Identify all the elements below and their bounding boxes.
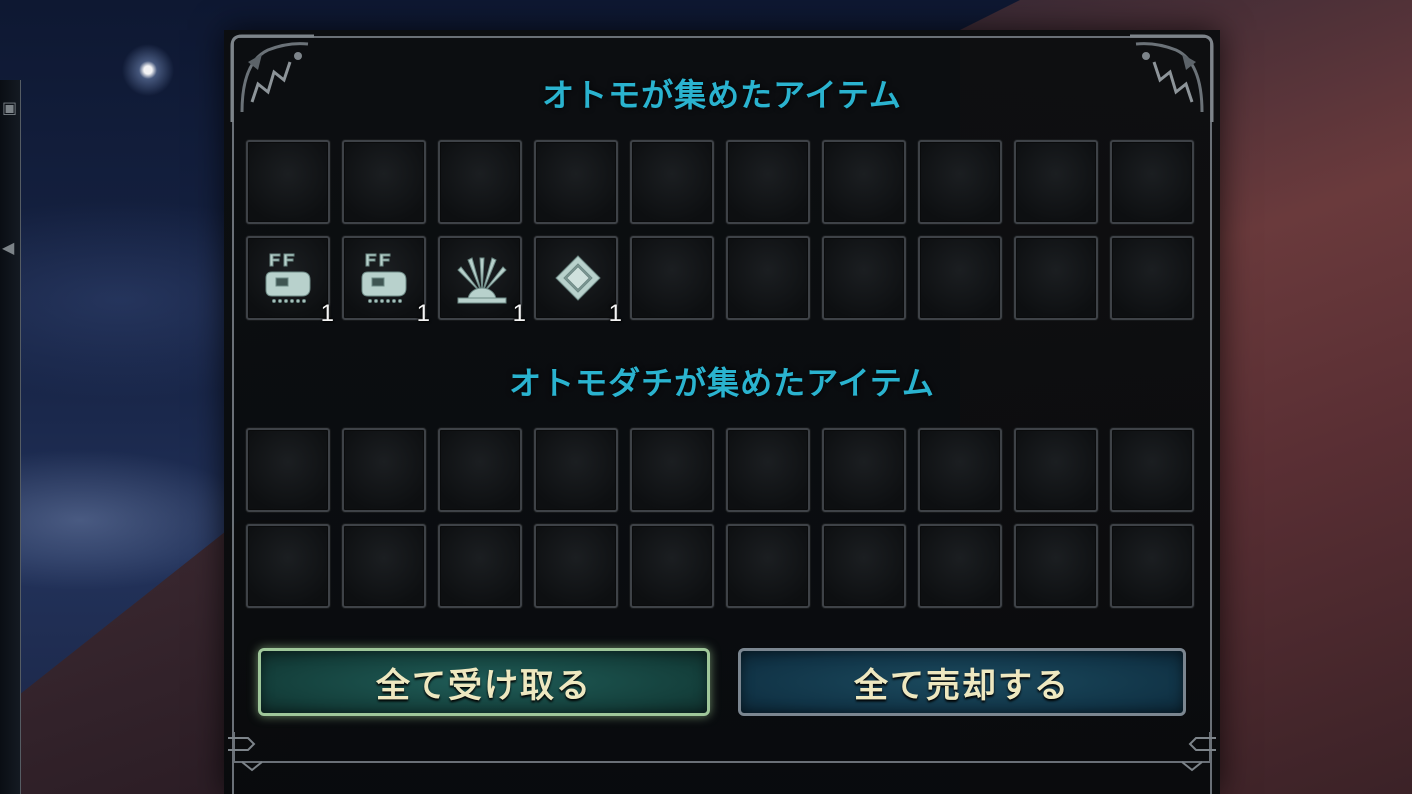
otomo-item-slot[interactable]: 1 xyxy=(534,236,622,327)
otomo-item-slot[interactable] xyxy=(342,140,426,224)
tailraider-item-slot[interactable] xyxy=(918,524,1002,608)
otomo-items-title: オトモが集めたアイテム xyxy=(542,76,902,114)
tailraider-item-slot[interactable] xyxy=(630,428,714,512)
take-all-button[interactable]: 全て受け取る xyxy=(258,648,710,716)
otomo-item-slot[interactable] xyxy=(726,236,810,320)
otomo-item-slot[interactable] xyxy=(438,140,522,224)
otomo-item-slot[interactable] xyxy=(1014,236,1098,320)
tailraider-item-slot[interactable] xyxy=(726,524,810,608)
otomo-item-slot[interactable] xyxy=(1110,140,1194,224)
item-quantity: 1 xyxy=(608,300,622,327)
tailraider-item-slot[interactable] xyxy=(822,524,906,608)
otomo-item-slot[interactable] xyxy=(822,140,906,224)
tailraider-item-slot[interactable] xyxy=(822,428,906,512)
otomo-item-slot[interactable] xyxy=(918,236,1002,320)
tailraider-item-slot[interactable] xyxy=(918,428,1002,512)
arrow-left-icon: ◀ xyxy=(2,238,15,257)
tailraider-item-slot[interactable] xyxy=(342,428,426,512)
otomo-item-slot[interactable] xyxy=(1014,140,1098,224)
item-collection-panel: オトモが集めたアイテム 1 1 1 1 オトモダチが集めたアイテム 全て受け取る 全て… xyxy=(224,30,1220,794)
tailraider-item-slot[interactable] xyxy=(1014,428,1098,512)
otomo-item-slot[interactable]: 1 xyxy=(246,236,334,327)
tailraider-item-slot[interactable] xyxy=(1014,524,1098,608)
tailraider-item-slot[interactable] xyxy=(342,524,426,608)
otomo-item-slot[interactable] xyxy=(246,140,330,224)
otomo-item-slot[interactable]: 1 xyxy=(342,236,430,327)
otomo-item-slot[interactable] xyxy=(1110,236,1194,320)
tailraider-item-slot[interactable] xyxy=(1110,428,1194,512)
otomo-item-slot[interactable] xyxy=(630,236,714,320)
sell-all-button[interactable]: 全て売却する xyxy=(738,648,1186,716)
item-quantity: 1 xyxy=(320,300,334,327)
otomo-item-slot[interactable] xyxy=(534,140,618,224)
tailraider-items-title: オトモダチが集めたアイテム xyxy=(509,364,935,402)
otomo-item-slot[interactable] xyxy=(918,140,1002,224)
tailraider-item-slot[interactable] xyxy=(534,428,618,512)
item-quantity: 1 xyxy=(512,300,526,327)
tailraider-item-slot[interactable] xyxy=(438,428,522,512)
ornament-icon: ▣ xyxy=(2,98,18,117)
background-menu-edge: ▣ ◀ xyxy=(0,80,21,794)
otomo-item-slot[interactable] xyxy=(822,236,906,320)
tailraider-item-slot[interactable] xyxy=(1110,524,1194,608)
otomo-item-slot[interactable] xyxy=(630,140,714,224)
tailraider-item-slot[interactable] xyxy=(246,524,330,608)
otomo-item-slot[interactable]: 1 xyxy=(438,236,526,327)
tailraider-item-slot[interactable] xyxy=(246,428,330,512)
item-quantity: 1 xyxy=(416,300,430,327)
tailraider-item-slot[interactable] xyxy=(534,524,618,608)
otomo-item-slot[interactable] xyxy=(726,140,810,224)
tailraider-item-slot[interactable] xyxy=(438,524,522,608)
tailraider-item-slot[interactable] xyxy=(726,428,810,512)
bottom-frame-ornament xyxy=(228,732,1216,772)
tailraider-item-slot[interactable] xyxy=(630,524,714,608)
